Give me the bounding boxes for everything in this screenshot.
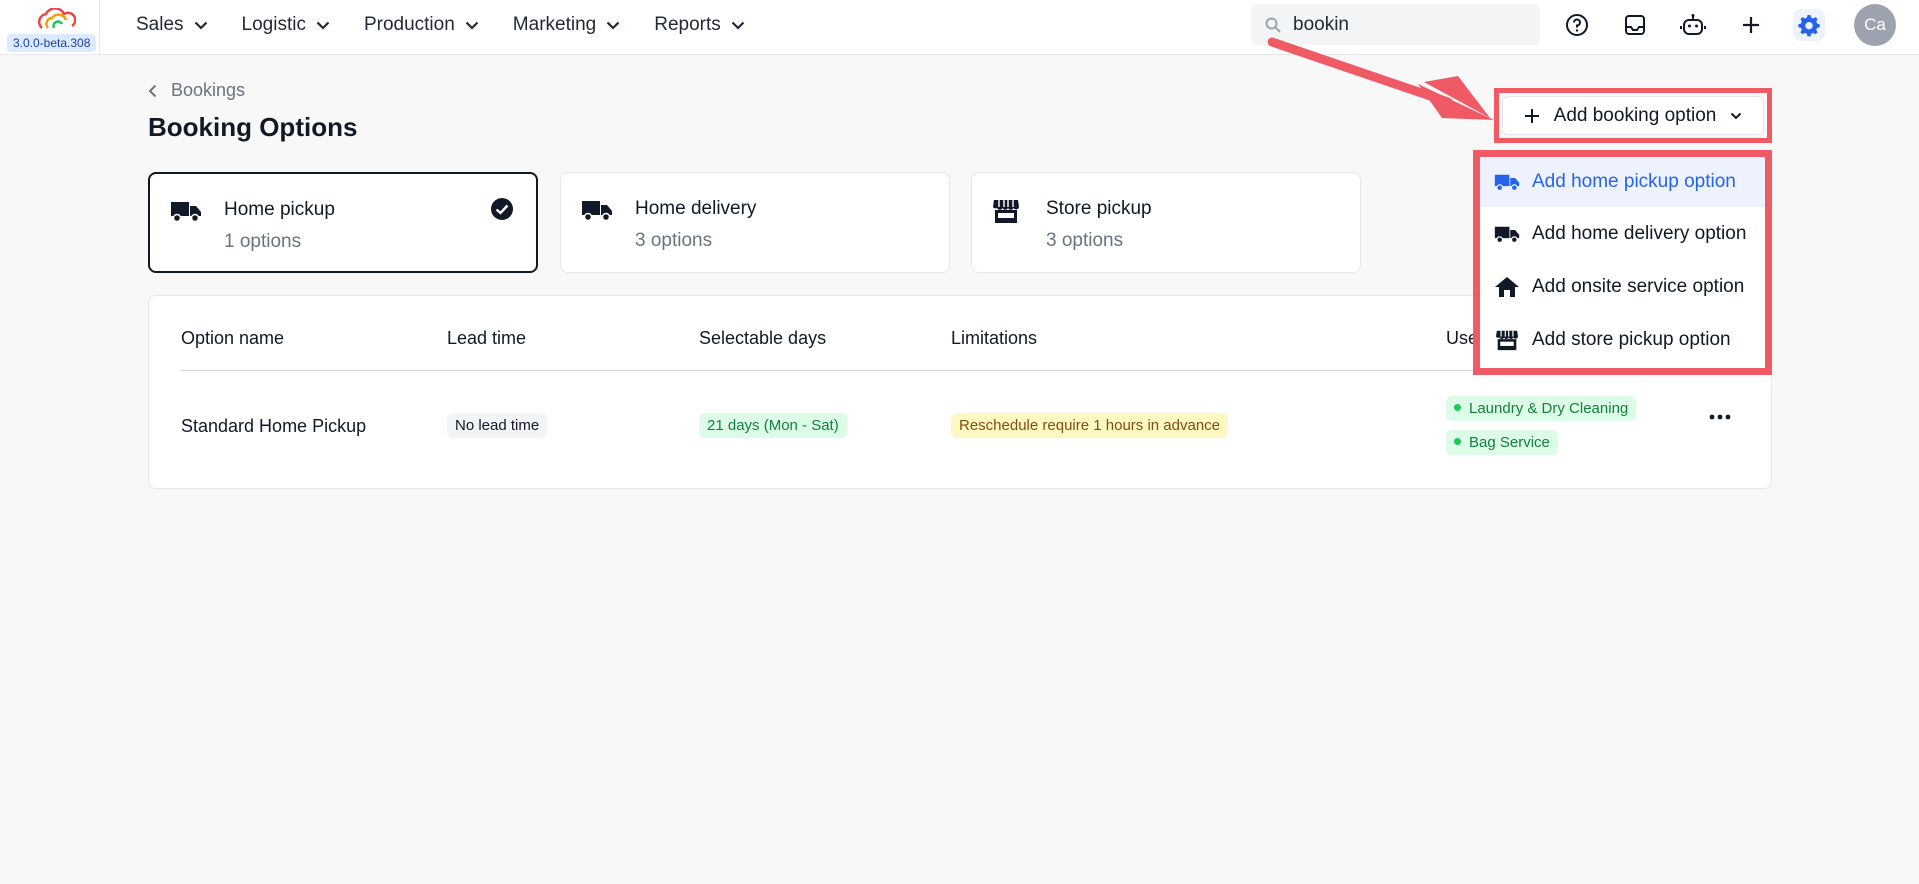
- nav-production[interactable]: Production: [364, 14, 479, 36]
- robot-icon: [1680, 14, 1706, 35]
- top-navbar: 3.0.0-beta.308 Sales Logistic Production…: [0, 0, 1919, 55]
- option-name: Standard Home Pickup: [181, 416, 367, 436]
- lead-time-tag: No lead time: [447, 413, 548, 438]
- store-icon: [1496, 330, 1518, 351]
- menu-item-label: Add store pickup option: [1532, 329, 1731, 350]
- chevron-down-icon: [731, 21, 745, 30]
- add-booking-option-menu: Add home pickup option Add home delivery…: [1480, 157, 1765, 368]
- chevron-down-icon: [465, 21, 479, 30]
- category-title: Home pickup: [224, 199, 335, 220]
- help-button[interactable]: [1561, 9, 1593, 41]
- version-badge: 3.0.0-beta.308: [7, 34, 97, 52]
- used-for-label: Bag Service: [1469, 434, 1550, 451]
- plus-icon: [1524, 108, 1539, 123]
- assistant-button[interactable]: [1677, 9, 1709, 41]
- menu-item-add-home-pickup[interactable]: Add home pickup option: [1480, 157, 1765, 207]
- nav-label: Production: [363, 14, 455, 35]
- annotation-arrow-icon: [1268, 37, 1494, 120]
- nav-logistic[interactable]: Logistic: [242, 14, 330, 36]
- cloud-logo-icon: [37, 8, 76, 29]
- settings-button[interactable]: [1793, 9, 1825, 41]
- search-icon: [1265, 17, 1281, 33]
- category-subtitle: 3 options: [635, 230, 713, 251]
- plus-icon: [1743, 17, 1759, 33]
- gear-icon: [1798, 15, 1820, 37]
- category-card-home-pickup[interactable]: Home pickup 1 options: [148, 172, 538, 273]
- used-for-label: Laundry & Dry Cleaning: [1469, 400, 1629, 417]
- menu-item-add-onsite-service[interactable]: Add onsite service option: [1480, 262, 1765, 312]
- limitations-tag: Reschedule require 1 hours in advance: [951, 413, 1228, 438]
- search-input[interactable]: [1293, 13, 1523, 36]
- help-icon: [1566, 14, 1588, 36]
- truck-icon: [1494, 226, 1520, 244]
- home-icon: [1495, 277, 1519, 297]
- main-nav: Sales Logistic Production Marketing Repo…: [136, 0, 779, 50]
- category-title: Home delivery: [635, 198, 757, 219]
- nav-label: Sales: [136, 14, 184, 35]
- menu-item-label: Add home pickup option: [1532, 171, 1736, 192]
- category-subtitle: 3 options: [1046, 230, 1124, 251]
- inbox-button[interactable]: [1619, 9, 1651, 41]
- category-title: Store pickup: [1046, 198, 1152, 219]
- breadcrumb[interactable]: Bookings: [148, 80, 245, 101]
- nav-label: Logistic: [241, 14, 306, 35]
- menu-item-add-home-delivery[interactable]: Add home delivery option: [1480, 209, 1765, 259]
- create-button[interactable]: [1735, 9, 1767, 41]
- category-subtitle: 1 options: [224, 231, 302, 252]
- check-circle-icon: [491, 198, 513, 220]
- truck-icon: [171, 202, 201, 223]
- chevron-down-icon: [194, 21, 207, 30]
- column-header-selectable-days: Selectable days: [699, 328, 827, 348]
- more-actions-icon[interactable]: [1709, 414, 1731, 420]
- menu-item-add-store-pickup[interactable]: Add store pickup option: [1480, 315, 1765, 365]
- menu-item-label: Add onsite service option: [1532, 276, 1745, 297]
- chevron-down-icon: [316, 21, 330, 30]
- chevron-down-icon: [606, 21, 620, 30]
- nav-sales[interactable]: Sales: [136, 14, 208, 36]
- column-header-limitations: Limitations: [951, 328, 1038, 348]
- column-header-option-name: Option name: [181, 328, 285, 348]
- used-for-tag: Laundry & Dry Cleaning: [1446, 396, 1637, 421]
- category-card-home-delivery[interactable]: Home delivery 3 options: [560, 172, 950, 273]
- nav-marketing[interactable]: Marketing: [513, 14, 620, 36]
- avatar[interactable]: Ca: [1854, 4, 1896, 46]
- nav-label: Reports: [654, 14, 721, 35]
- selectable-days-tag: 21 days (Mon - Sat): [699, 413, 847, 438]
- chevron-down-icon: [1731, 112, 1742, 119]
- add-booking-option-button[interactable]: Add booking option: [1502, 96, 1764, 135]
- truck-icon: [1494, 174, 1520, 192]
- add-booking-option-label: Add booking option: [1553, 104, 1717, 126]
- inbox-icon: [1625, 15, 1645, 35]
- breadcrumb-label: Bookings: [171, 80, 246, 100]
- store-icon: [993, 200, 1019, 223]
- column-header-lead-time: Lead time: [447, 328, 527, 348]
- menu-item-label: Add home delivery option: [1532, 223, 1747, 244]
- chevron-left-icon: [148, 84, 157, 97]
- truck-icon: [582, 201, 612, 222]
- nav-label: Marketing: [512, 14, 597, 35]
- status-dot-icon: [1454, 403, 1461, 411]
- category-card-store-pickup[interactable]: Store pickup 3 options: [971, 172, 1361, 273]
- page-title: Booking Options: [148, 112, 358, 142]
- status-dot-icon: [1454, 437, 1461, 445]
- used-for-tag: Bag Service: [1446, 430, 1558, 455]
- nav-reports[interactable]: Reports: [654, 14, 745, 36]
- logo-area[interactable]: 3.0.0-beta.308: [0, 0, 100, 55]
